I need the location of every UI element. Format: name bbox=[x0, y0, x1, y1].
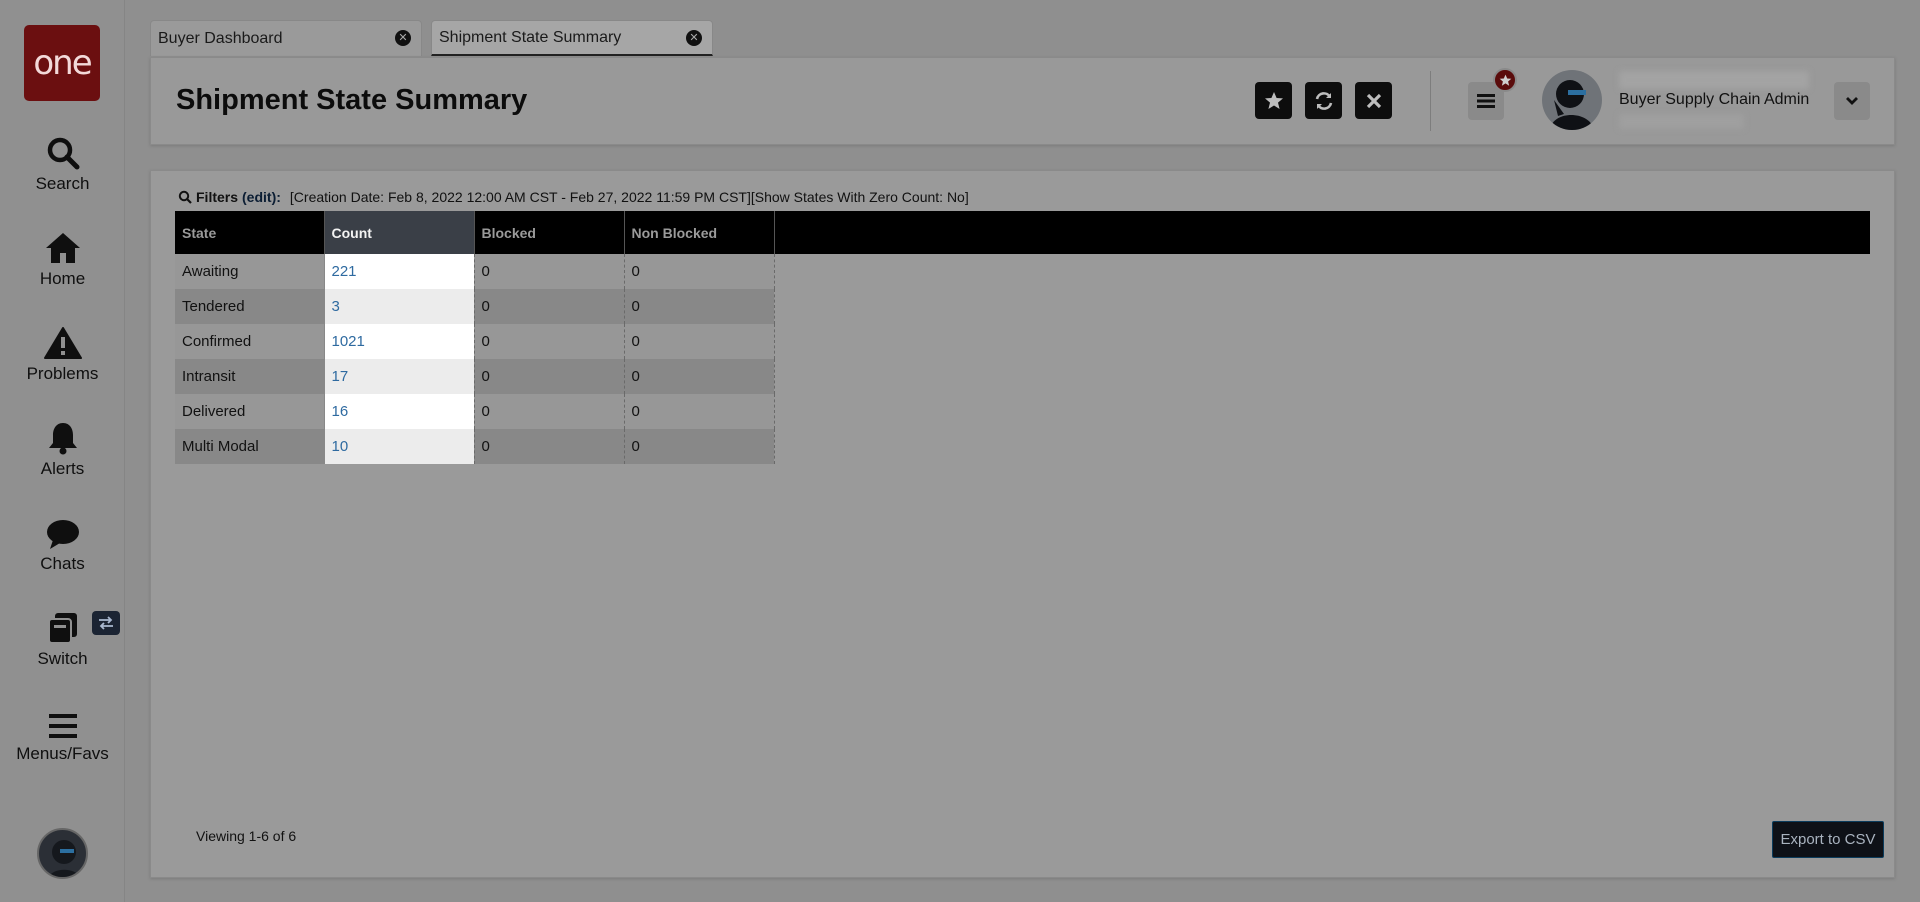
column-header-state[interactable]: State bbox=[175, 211, 325, 254]
cell-blocked: 0 bbox=[474, 429, 625, 464]
close-tab-icon[interactable]: ✕ bbox=[395, 30, 411, 46]
column-header-non-blocked[interactable]: Non Blocked bbox=[624, 211, 775, 254]
table-row: Awaiting 221 0 0 bbox=[175, 254, 775, 289]
cell-blocked: 0 bbox=[474, 359, 625, 394]
table-header-row: State Count Blocked Non Blocked bbox=[175, 211, 775, 254]
user-org-redacted bbox=[1619, 114, 1744, 129]
cell-count-link[interactable]: 1021 bbox=[323, 324, 475, 359]
pagination-info: Viewing 1-6 of 6 bbox=[196, 828, 297, 844]
nav-problems[interactable]: Problems bbox=[0, 322, 125, 384]
sidebar: one Search Home Problems Alerts Chats Sw… bbox=[0, 0, 125, 902]
nav-alerts-label: Alerts bbox=[40, 459, 85, 478]
home-icon bbox=[0, 227, 125, 265]
chat-bubble-icon bbox=[0, 512, 125, 550]
nav-home-label: Home bbox=[39, 269, 86, 288]
search-icon bbox=[178, 190, 192, 204]
cell-non-blocked: 0 bbox=[624, 429, 775, 464]
nav-problems-label: Problems bbox=[26, 364, 99, 383]
tab-shipment-state-summary[interactable]: Shipment State Summary ✕ bbox=[431, 20, 713, 56]
favorite-button[interactable] bbox=[1255, 82, 1292, 119]
cell-count-link[interactable]: 17 bbox=[323, 359, 475, 394]
cell-non-blocked: 0 bbox=[624, 394, 775, 429]
app-logo[interactable]: one bbox=[24, 25, 100, 101]
nav-alerts[interactable]: Alerts bbox=[0, 417, 125, 479]
user-name-redacted bbox=[1619, 71, 1809, 89]
star-icon bbox=[1264, 91, 1283, 109]
user-avatar-small[interactable] bbox=[37, 828, 88, 879]
table-row: Multi Modal 10 0 0 bbox=[175, 429, 775, 464]
nav-search-label: Search bbox=[35, 174, 90, 193]
cell-count-link[interactable]: 3 bbox=[323, 289, 475, 324]
bell-icon bbox=[0, 417, 125, 455]
user-menu-button[interactable] bbox=[1834, 82, 1870, 120]
star-icon bbox=[1499, 74, 1511, 86]
chevron-down-icon bbox=[1846, 97, 1858, 105]
nav-chats[interactable]: Chats bbox=[0, 512, 125, 574]
cell-non-blocked: 0 bbox=[624, 254, 775, 289]
filters-text: [Creation Date: Feb 8, 2022 12:00 AM CST… bbox=[289, 189, 969, 205]
nav-search[interactable]: Search bbox=[0, 132, 125, 194]
cell-blocked: 0 bbox=[474, 324, 625, 359]
cell-count-link[interactable]: 221 bbox=[323, 254, 475, 289]
cell-non-blocked: 0 bbox=[624, 289, 775, 324]
switch-arrows-icon[interactable] bbox=[92, 611, 120, 635]
hamburger-icon bbox=[0, 702, 125, 740]
table-row: Confirmed 1021 0 0 bbox=[175, 324, 775, 359]
cell-count-link[interactable]: 16 bbox=[323, 394, 475, 429]
refresh-button[interactable] bbox=[1305, 82, 1342, 119]
column-header-count[interactable]: Count bbox=[324, 211, 475, 254]
cell-non-blocked: 0 bbox=[624, 359, 775, 394]
filters-label: Filters bbox=[196, 189, 239, 205]
column-header-blocked[interactable]: Blocked bbox=[474, 211, 625, 254]
nav-chats-label: Chats bbox=[40, 554, 85, 573]
state-summary-table: State Count Blocked Non Blocked Awaiting… bbox=[175, 211, 775, 464]
nav-menus-favs[interactable]: Menus/Favs bbox=[0, 702, 125, 764]
cell-state: Awaiting bbox=[175, 254, 325, 289]
warning-icon bbox=[0, 322, 125, 360]
table-row: Tendered 3 0 0 bbox=[175, 289, 775, 324]
table-row: Intransit 17 0 0 bbox=[175, 359, 775, 394]
header-divider bbox=[1430, 71, 1431, 131]
filters-bar: Filters (edit) : [Creation Date: Feb 8, … bbox=[178, 189, 969, 205]
nav-menus-favs-label: Menus/Favs bbox=[16, 744, 109, 763]
cell-state: Tendered bbox=[175, 289, 325, 324]
user-role: Buyer Supply Chain Admin bbox=[1619, 91, 1810, 108]
cell-state: Confirmed bbox=[175, 324, 325, 359]
cell-state: Delivered bbox=[175, 394, 325, 429]
search-icon bbox=[0, 132, 125, 170]
user-avatar[interactable] bbox=[1542, 70, 1602, 130]
nav-home[interactable]: Home bbox=[0, 227, 125, 289]
table-row: Delivered 16 0 0 bbox=[175, 394, 775, 429]
favorites-badge[interactable] bbox=[1493, 68, 1517, 92]
cell-count-link[interactable]: 10 bbox=[323, 429, 475, 464]
tab-buyer-dashboard[interactable]: Buyer Dashboard ✕ bbox=[150, 20, 422, 56]
filters-edit-link[interactable]: (edit) bbox=[242, 189, 276, 205]
tab-label: Buyer Dashboard bbox=[158, 29, 283, 47]
cell-blocked: 0 bbox=[474, 289, 625, 324]
cell-state: Intransit bbox=[175, 359, 325, 394]
close-tab-icon[interactable]: ✕ bbox=[686, 30, 702, 46]
cell-blocked: 0 bbox=[474, 394, 625, 429]
export-csv-button[interactable]: Export to CSV bbox=[1772, 821, 1884, 858]
page-title: Shipment State Summary bbox=[176, 84, 528, 116]
cell-non-blocked: 0 bbox=[624, 324, 775, 359]
cell-state: Multi Modal bbox=[175, 429, 325, 464]
page-header: Shipment State Summary Buyer Supply Chai… bbox=[150, 57, 1895, 145]
close-page-button[interactable] bbox=[1355, 82, 1392, 119]
nav-switch-label: Switch bbox=[37, 649, 88, 668]
filters-colon: : bbox=[276, 189, 281, 205]
close-icon bbox=[1366, 93, 1381, 108]
cell-blocked: 0 bbox=[474, 254, 625, 289]
refresh-icon bbox=[1315, 91, 1332, 110]
list-menu-icon bbox=[1477, 94, 1495, 108]
tab-label: Shipment State Summary bbox=[439, 28, 622, 46]
report-panel: Filters (edit) : [Creation Date: Feb 8, … bbox=[150, 170, 1895, 878]
